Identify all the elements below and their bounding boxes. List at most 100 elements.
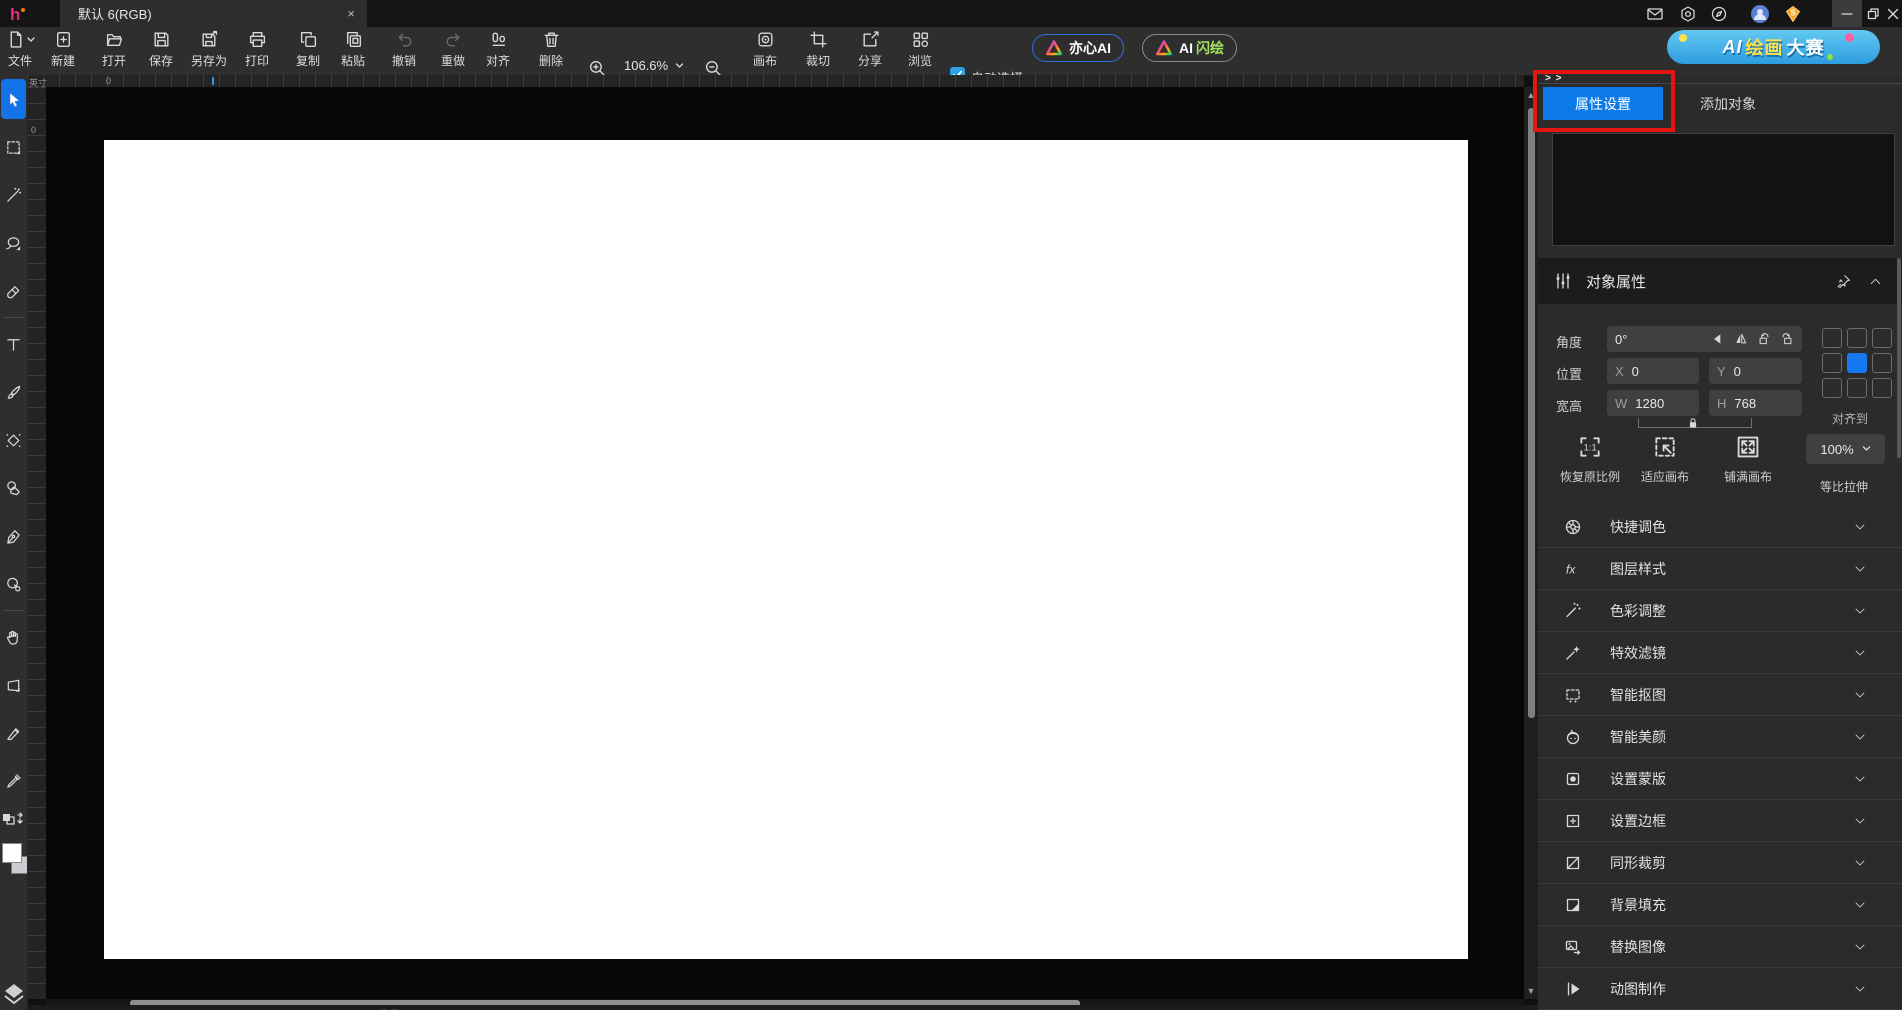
section-layer-style[interactable]: fx 图层样式: [1538, 548, 1902, 590]
align-cell[interactable]: [1847, 328, 1867, 348]
section-gif-maker[interactable]: 动图制作: [1538, 968, 1902, 1010]
x-input[interactable]: X 0: [1607, 358, 1699, 384]
close-button[interactable]: [1878, 0, 1902, 27]
vertical-scrollbar-thumb[interactable]: [1528, 108, 1535, 718]
select-tool[interactable]: [1, 79, 26, 119]
swap-colors-icon[interactable]: [2, 812, 26, 834]
scroll-down-icon[interactable]: ▼: [1524, 986, 1538, 996]
section-smart-matting[interactable]: 智能抠图: [1538, 674, 1902, 716]
flip-horizontal-icon[interactable]: [1711, 332, 1725, 346]
toolbar-share[interactable]: 分享: [848, 30, 892, 74]
toolbar-undo[interactable]: 撤销: [382, 30, 426, 74]
restore-ratio-button[interactable]: 1:1 恢复原比例: [1560, 434, 1620, 485]
section-mask[interactable]: 设置蒙版: [1538, 758, 1902, 800]
toolbar-copy[interactable]: 复制: [286, 30, 330, 74]
vertical-ruler[interactable]: 0: [27, 87, 46, 999]
tab-properties[interactable]: 属性设置: [1543, 87, 1663, 120]
angle-label: 角度: [1556, 332, 1582, 351]
panel-scrollbar-thumb[interactable]: [1897, 258, 1901, 458]
toolbar-file[interactable]: 文件: [0, 30, 42, 74]
toolbar-delete[interactable]: 删除: [529, 30, 573, 74]
flip-vertical-icon[interactable]: [1734, 332, 1748, 346]
eraser-tool[interactable]: [0, 267, 27, 315]
rotate-right-icon[interactable]: [1780, 332, 1794, 346]
section-smart-beauty[interactable]: 智能美颜: [1538, 716, 1902, 758]
object-preview-box: [1552, 133, 1895, 246]
align-cell[interactable]: [1872, 378, 1892, 398]
mail-icon[interactable]: [1646, 5, 1664, 23]
ai-contest-banner[interactable]: AI 绘画 大赛: [1667, 30, 1880, 64]
lock-icon[interactable]: [1686, 416, 1700, 430]
eyedropper-tool[interactable]: [0, 757, 27, 805]
layers-diamond-icon[interactable]: [3, 983, 25, 1007]
ai-primary-button[interactable]: 亦心AI: [1032, 34, 1124, 62]
align-cell-center[interactable]: [1847, 353, 1867, 373]
perspective-tool[interactable]: [0, 661, 27, 709]
chevron-down-icon: [1854, 605, 1866, 617]
node-edit-tool[interactable]: [0, 560, 27, 608]
align-cell[interactable]: [1872, 353, 1892, 373]
brush-tool[interactable]: [0, 368, 27, 416]
toolbar-print[interactable]: 打印: [235, 30, 279, 74]
align-cell[interactable]: [1822, 353, 1842, 373]
section-shape-crop[interactable]: 同形裁剪: [1538, 842, 1902, 884]
status-bar: 1280 x 768 像素: [27, 1005, 1538, 1010]
blade-tool[interactable]: [0, 709, 27, 757]
toolbar-paste[interactable]: 粘贴: [331, 30, 375, 74]
scroll-up-icon[interactable]: ▲: [1524, 90, 1538, 100]
align-cell[interactable]: [1822, 328, 1842, 348]
align-cell[interactable]: [1872, 328, 1892, 348]
fill-canvas-button[interactable]: 铺满画布: [1724, 434, 1772, 485]
section-color-adjust[interactable]: 色彩调整: [1538, 590, 1902, 632]
align-cell[interactable]: [1822, 378, 1842, 398]
toolbar-open[interactable]: 打开: [92, 30, 136, 74]
text-tool[interactable]: [0, 320, 27, 368]
fit-canvas-button[interactable]: 适应画布: [1641, 434, 1689, 485]
toolbar-save[interactable]: 保存: [139, 30, 183, 74]
collapse-section-icon[interactable]: [1869, 275, 1882, 288]
toolbar-save-as[interactable]: 另存为: [185, 30, 233, 74]
zoom-value: 106.6%: [624, 58, 668, 73]
toolbar-redo[interactable]: 重做: [431, 30, 475, 74]
settings-icon[interactable]: [1679, 5, 1697, 23]
zoom-value-dropdown[interactable]: 106.6%: [624, 58, 694, 73]
compass-icon[interactable]: [1710, 5, 1728, 23]
width-input[interactable]: W 1280: [1607, 390, 1699, 416]
document-tab[interactable]: 默认 6(RGB) ×: [60, 0, 367, 27]
pen-tool[interactable]: [0, 512, 27, 560]
document-canvas[interactable]: [104, 140, 1468, 959]
pin-icon[interactable]: [1836, 274, 1851, 289]
toolbar-crop[interactable]: 裁切: [796, 30, 840, 74]
y-input[interactable]: Y 0: [1709, 358, 1802, 384]
smudge-tool[interactable]: [0, 464, 27, 512]
magic-wand-tool[interactable]: [0, 171, 27, 219]
object-properties-header[interactable]: 对象属性: [1538, 258, 1902, 304]
align-cell[interactable]: [1847, 378, 1867, 398]
tab-add-object[interactable]: 添加对象: [1668, 87, 1788, 120]
section-bg-fill[interactable]: 背景填充: [1538, 884, 1902, 926]
pattern-eraser-tool[interactable]: [0, 416, 27, 464]
section-quick-color[interactable]: 快捷调色: [1538, 506, 1902, 548]
rotate-left-icon[interactable]: [1757, 332, 1771, 346]
foreground-color-swatch[interactable]: [2, 843, 22, 863]
scale-percent-dropdown[interactable]: 100%: [1806, 434, 1885, 464]
toolbar-browse[interactable]: 浏览: [898, 30, 942, 74]
toolbar-align[interactable]: 对齐: [476, 30, 520, 74]
section-replace-image[interactable]: 替换图像: [1538, 926, 1902, 968]
tab-close-icon[interactable]: ×: [347, 6, 355, 21]
ai-flash-button[interactable]: AI 闪绘: [1142, 34, 1237, 62]
toolbar-canvas[interactable]: 画布: [743, 30, 787, 74]
height-input[interactable]: H 768: [1709, 390, 1802, 416]
avatar[interactable]: [1751, 5, 1769, 23]
ai-primary-label: 亦心AI: [1069, 38, 1111, 58]
gem-icon[interactable]: S: [1784, 5, 1802, 23]
horizontal-ruler[interactable]: 英寸 0: [27, 75, 1524, 87]
section-border[interactable]: 设置边框: [1538, 800, 1902, 842]
hand-tool[interactable]: [0, 613, 27, 661]
toolbar-new[interactable]: 新建: [41, 30, 85, 74]
section-effects-filter[interactable]: 特效滤镜: [1538, 632, 1902, 674]
panel-collapse-control[interactable]: > >: [1545, 73, 1562, 84]
lasso-tool[interactable]: [0, 219, 27, 267]
marquee-tool[interactable]: [0, 123, 27, 171]
angle-input[interactable]: 0°: [1607, 326, 1802, 352]
